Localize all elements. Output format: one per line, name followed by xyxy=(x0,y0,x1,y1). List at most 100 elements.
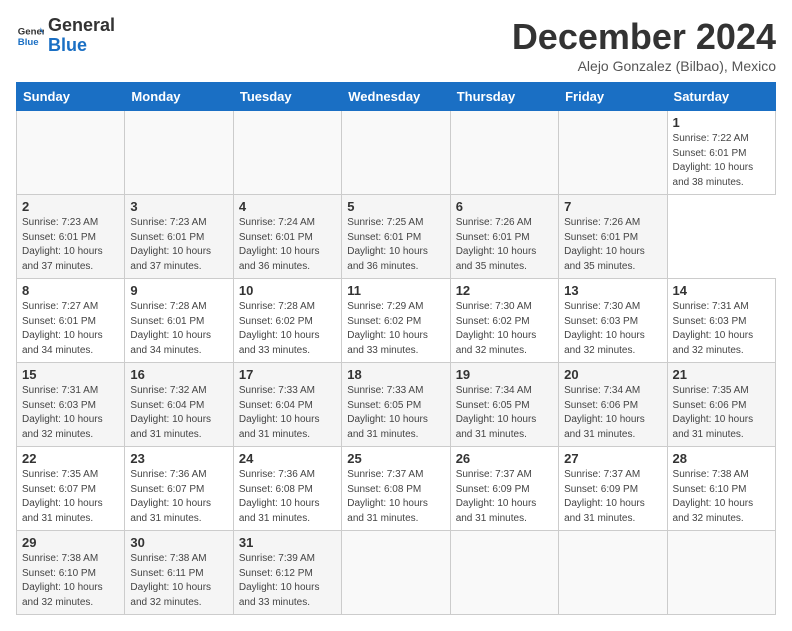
calendar-cell: 25 Sunrise: 7:37 AMSunset: 6:08 PMDayligh… xyxy=(342,447,450,531)
day-number: 18 xyxy=(347,367,444,382)
day-info: Sunrise: 7:23 AMSunset: 6:01 PMDaylight:… xyxy=(130,216,227,274)
day-info: Sunrise: 7:22 AMSunset: 6:01 PMDaylight:… xyxy=(673,132,770,190)
day-info: Sunrise: 7:24 AMSunset: 6:01 PMDaylight:… xyxy=(239,216,336,274)
day-info: Sunrise: 7:23 AMSunset: 6:01 PMDaylight:… xyxy=(22,216,119,274)
calendar-cell: 5 Sunrise: 7:25 AMSunset: 6:01 PMDaylight… xyxy=(342,195,450,279)
calendar-cell: 31 Sunrise: 7:39 AMSunset: 6:12 PMDayligh… xyxy=(233,531,341,615)
calendar-table: SundayMondayTuesdayWednesdayThursdayFrid… xyxy=(16,82,776,615)
logo-icon: General Blue xyxy=(16,22,44,50)
calendar-cell xyxy=(559,111,667,195)
location-subtitle: Alejo Gonzalez (Bilbao), Mexico xyxy=(512,58,776,74)
day-info: Sunrise: 7:29 AMSunset: 6:02 PMDaylight:… xyxy=(347,300,444,358)
calendar-cell: 28 Sunrise: 7:38 AMSunset: 6:10 PMDayligh… xyxy=(667,447,775,531)
day-info: Sunrise: 7:37 AMSunset: 6:08 PMDaylight:… xyxy=(347,468,444,526)
day-info: Sunrise: 7:34 AMSunset: 6:06 PMDaylight:… xyxy=(564,384,661,442)
day-info: Sunrise: 7:28 AMSunset: 6:01 PMDaylight:… xyxy=(130,300,227,358)
day-number: 16 xyxy=(130,367,227,382)
day-number: 28 xyxy=(673,451,770,466)
day-header-thursday: Thursday xyxy=(450,83,558,111)
day-info: Sunrise: 7:33 AMSunset: 6:04 PMDaylight:… xyxy=(239,384,336,442)
page-header: General Blue General Blue December 2024 … xyxy=(16,16,776,74)
calendar-cell xyxy=(125,111,233,195)
calendar-cell xyxy=(450,111,558,195)
calendar-week-row: 15Sunrise: 7:31 AMSunset: 6:03 PMDayligh… xyxy=(17,363,776,447)
day-number: 25 xyxy=(347,451,444,466)
logo: General Blue General Blue xyxy=(16,16,115,56)
day-header-friday: Friday xyxy=(559,83,667,111)
day-number: 24 xyxy=(239,451,336,466)
day-info: Sunrise: 7:37 AMSunset: 6:09 PMDaylight:… xyxy=(456,468,553,526)
calendar-cell: 26 Sunrise: 7:37 AMSunset: 6:09 PMDayligh… xyxy=(450,447,558,531)
day-number: 23 xyxy=(130,451,227,466)
calendar-cell: 12Sunrise: 7:30 AMSunset: 6:02 PMDayligh… xyxy=(450,279,558,363)
day-info: Sunrise: 7:26 AMSunset: 6:01 PMDaylight:… xyxy=(564,216,661,274)
day-info: Sunrise: 7:25 AMSunset: 6:01 PMDaylight:… xyxy=(347,216,444,274)
calendar-cell: 4 Sunrise: 7:24 AMSunset: 6:01 PMDaylight… xyxy=(233,195,341,279)
calendar-cell: 29 Sunrise: 7:38 AMSunset: 6:10 PMDayligh… xyxy=(17,531,125,615)
calendar-cell: 8Sunrise: 7:27 AMSunset: 6:01 PMDaylight… xyxy=(17,279,125,363)
calendar-cell: 19Sunrise: 7:34 AMSunset: 6:05 PMDayligh… xyxy=(450,363,558,447)
calendar-cell: 3 Sunrise: 7:23 AMSunset: 6:01 PMDaylight… xyxy=(125,195,233,279)
day-info: Sunrise: 7:39 AMSunset: 6:12 PMDaylight:… xyxy=(239,552,336,610)
calendar-cell: 16 Sunrise: 7:32 AMSunset: 6:04 PMDayligh… xyxy=(125,363,233,447)
day-number: 17 xyxy=(239,367,336,382)
day-number: 8 xyxy=(22,283,119,298)
calendar-cell: 2 Sunrise: 7:23 AMSunset: 6:01 PMDaylight… xyxy=(17,195,125,279)
day-number: 31 xyxy=(239,535,336,550)
day-info: Sunrise: 7:36 AMSunset: 6:08 PMDaylight:… xyxy=(239,468,336,526)
day-info: Sunrise: 7:32 AMSunset: 6:04 PMDaylight:… xyxy=(130,384,227,442)
day-info: Sunrise: 7:30 AMSunset: 6:03 PMDaylight:… xyxy=(564,300,661,358)
day-info: Sunrise: 7:34 AMSunset: 6:05 PMDaylight:… xyxy=(456,384,553,442)
calendar-cell: 15Sunrise: 7:31 AMSunset: 6:03 PMDayligh… xyxy=(17,363,125,447)
calendar-week-row: 29 Sunrise: 7:38 AMSunset: 6:10 PMDayligh… xyxy=(17,531,776,615)
day-number: 9 xyxy=(130,283,227,298)
day-info: Sunrise: 7:36 AMSunset: 6:07 PMDaylight:… xyxy=(130,468,227,526)
calendar-cell xyxy=(342,531,450,615)
calendar-cell xyxy=(667,531,775,615)
day-info: Sunrise: 7:26 AMSunset: 6:01 PMDaylight:… xyxy=(456,216,553,274)
day-number: 26 xyxy=(456,451,553,466)
calendar-week-row: 22 Sunrise: 7:35 AMSunset: 6:07 PMDayligh… xyxy=(17,447,776,531)
calendar-cell: 27Sunrise: 7:37 AMSunset: 6:09 PMDayligh… xyxy=(559,447,667,531)
day-number: 21 xyxy=(673,367,770,382)
day-number: 5 xyxy=(347,199,444,214)
calendar-cell: 20 Sunrise: 7:34 AMSunset: 6:06 PMDayligh… xyxy=(559,363,667,447)
day-info: Sunrise: 7:33 AMSunset: 6:05 PMDaylight:… xyxy=(347,384,444,442)
month-title: December 2024 xyxy=(512,16,776,58)
day-header-saturday: Saturday xyxy=(667,83,775,111)
day-number: 20 xyxy=(564,367,661,382)
header-row: SundayMondayTuesdayWednesdayThursdayFrid… xyxy=(17,83,776,111)
day-header-monday: Monday xyxy=(125,83,233,111)
day-number: 6 xyxy=(456,199,553,214)
day-number: 10 xyxy=(239,283,336,298)
day-info: Sunrise: 7:35 AMSunset: 6:07 PMDaylight:… xyxy=(22,468,119,526)
logo-text: General Blue xyxy=(48,16,115,56)
day-number: 7 xyxy=(564,199,661,214)
title-block: December 2024 Alejo Gonzalez (Bilbao), M… xyxy=(512,16,776,74)
calendar-cell: 11Sunrise: 7:29 AMSunset: 6:02 PMDayligh… xyxy=(342,279,450,363)
day-number: 30 xyxy=(130,535,227,550)
calendar-cell: 6 Sunrise: 7:26 AMSunset: 6:01 PMDaylight… xyxy=(450,195,558,279)
day-info: Sunrise: 7:31 AMSunset: 6:03 PMDaylight:… xyxy=(22,384,119,442)
calendar-cell: 23 Sunrise: 7:36 AMSunset: 6:07 PMDayligh… xyxy=(125,447,233,531)
calendar-cell: 30 Sunrise: 7:38 AMSunset: 6:11 PMDayligh… xyxy=(125,531,233,615)
day-info: Sunrise: 7:38 AMSunset: 6:11 PMDaylight:… xyxy=(130,552,227,610)
day-number: 3 xyxy=(130,199,227,214)
day-number: 13 xyxy=(564,283,661,298)
day-info: Sunrise: 7:38 AMSunset: 6:10 PMDaylight:… xyxy=(22,552,119,610)
day-number: 22 xyxy=(22,451,119,466)
day-number: 29 xyxy=(22,535,119,550)
calendar-cell xyxy=(233,111,341,195)
calendar-cell: 24 Sunrise: 7:36 AMSunset: 6:08 PMDayligh… xyxy=(233,447,341,531)
day-number: 14 xyxy=(673,283,770,298)
calendar-cell xyxy=(17,111,125,195)
calendar-week-row: 2 Sunrise: 7:23 AMSunset: 6:01 PMDaylight… xyxy=(17,195,776,279)
day-info: Sunrise: 7:38 AMSunset: 6:10 PMDaylight:… xyxy=(673,468,770,526)
calendar-week-row: 1 Sunrise: 7:22 AMSunset: 6:01 PMDaylight… xyxy=(17,111,776,195)
day-number: 1 xyxy=(673,115,770,130)
calendar-cell: 22 Sunrise: 7:35 AMSunset: 6:07 PMDayligh… xyxy=(17,447,125,531)
calendar-cell: 17 Sunrise: 7:33 AMSunset: 6:04 PMDayligh… xyxy=(233,363,341,447)
day-info: Sunrise: 7:31 AMSunset: 6:03 PMDaylight:… xyxy=(673,300,770,358)
day-number: 4 xyxy=(239,199,336,214)
day-number: 2 xyxy=(22,199,119,214)
